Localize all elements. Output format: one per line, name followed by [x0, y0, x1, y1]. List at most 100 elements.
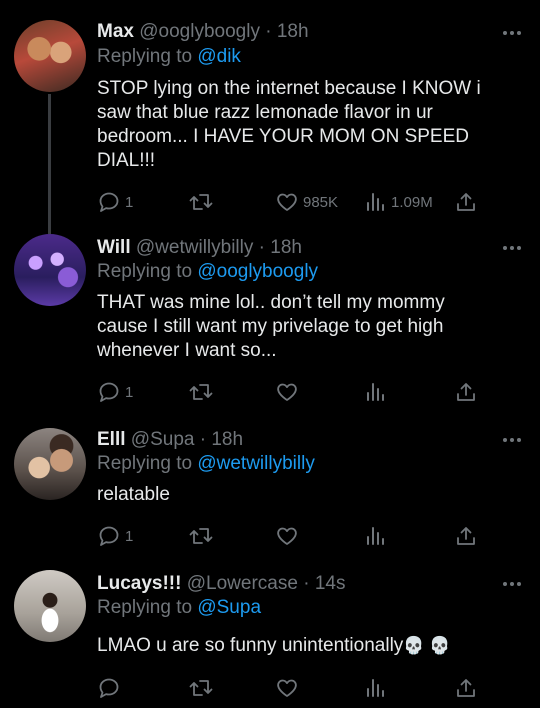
display-name[interactable]: Will	[97, 237, 131, 258]
tweet[interactable]: Lucays!!! @Lowercase · 14s Replying to @…	[0, 570, 540, 708]
reply-icon	[99, 678, 119, 698]
more-icon[interactable]	[502, 244, 522, 252]
views-icon	[367, 383, 384, 401]
views-count: 1.09M	[391, 193, 433, 211]
avatar[interactable]	[14, 234, 86, 306]
views-button[interactable]: 1.09M	[365, 189, 433, 215]
tweet-text-line: saw that blue razz lemonade flavor in ur	[97, 102, 433, 123]
like-button[interactable]	[275, 675, 303, 701]
share-icon	[457, 193, 475, 211]
reply-count: 1	[125, 527, 134, 545]
views-icon	[367, 193, 384, 211]
separator: ·	[265, 21, 272, 42]
share-button[interactable]	[455, 523, 477, 549]
replying-label: Replying to	[97, 453, 198, 474]
tweet-text-line: bedroom... I HAVE YOUR MOM ON SPEED	[97, 126, 470, 147]
like-icon	[277, 679, 297, 697]
retweet-icon	[189, 680, 213, 696]
timestamp[interactable]: 18h	[270, 237, 302, 258]
display-name[interactable]: Lucays!!!	[97, 573, 181, 594]
user-handle[interactable]: @ooglyboogly	[139, 21, 260, 42]
views-button[interactable]	[365, 675, 391, 701]
replying-to: Replying to @dik	[97, 45, 241, 69]
reply-count: 1	[125, 383, 134, 401]
like-count: 985K	[303, 193, 339, 211]
tweet-header: Lucays!!! @Lowercase · 14s	[97, 572, 345, 596]
reply-button[interactable]: 1	[97, 523, 133, 549]
like-button[interactable]	[275, 379, 303, 405]
replying-to: Replying to @ooglyboogly	[97, 260, 318, 284]
retweet-button[interactable]	[188, 675, 218, 701]
retweet-button[interactable]	[188, 189, 218, 215]
user-handle[interactable]: @Lowercase	[187, 573, 298, 594]
timestamp[interactable]: 14s	[315, 573, 346, 594]
retweet-icon	[189, 194, 213, 210]
reply-count: 1	[125, 193, 134, 211]
replying-to: Replying to @wetwillybilly	[97, 452, 315, 476]
replying-handle[interactable]: @ooglyboogly	[197, 261, 318, 282]
replying-label: Replying to	[97, 261, 198, 282]
tweet-actions: 1	[97, 379, 487, 405]
reply-button[interactable]	[97, 675, 125, 701]
more-icon[interactable]	[502, 580, 522, 588]
tweet-text: THAT was mine lol.. don’t tell my mommy …	[97, 291, 517, 363]
tweet-actions: 1 985K 1.09M	[97, 189, 487, 215]
replying-handle[interactable]: @Supa	[197, 597, 261, 618]
avatar[interactable]	[14, 570, 86, 642]
separator: ·	[199, 429, 207, 450]
retweet-button[interactable]	[188, 379, 218, 405]
tweet-header: Max @ooglyboogly · 18h	[97, 20, 309, 44]
share-button[interactable]	[455, 189, 477, 215]
tweet[interactable]: Max @ooglyboogly · 18h Replying to @dik …	[0, 0, 540, 234]
more-icon[interactable]	[502, 29, 522, 37]
reply-icon	[99, 526, 119, 546]
tweet-text-line: LMAO u are so funny unintentionally	[97, 635, 404, 656]
tweet-header: Elll @Supa · 18h	[97, 428, 243, 452]
reply-button[interactable]: 1	[97, 189, 133, 215]
tweet-text-line: whenever I want so...	[97, 340, 277, 361]
replying-label: Replying to	[97, 46, 198, 67]
tweet[interactable]: Elll @Supa · 18h Replying to @wetwillybi…	[0, 426, 540, 556]
tweet[interactable]: Will @wetwillybilly · 18h Replying to @o…	[0, 234, 540, 424]
separator: ·	[258, 237, 265, 258]
like-icon	[277, 383, 297, 401]
more-icon[interactable]	[502, 436, 522, 444]
tweet-text-line: DIAL!!!	[97, 150, 156, 171]
views-button[interactable]	[365, 379, 391, 405]
timestamp[interactable]: 18h	[277, 21, 309, 42]
avatar[interactable]	[14, 20, 86, 92]
replying-label: Replying to	[97, 597, 198, 618]
views-icon	[367, 679, 384, 697]
tweet-text: STOP lying on the internet because I KNO…	[97, 77, 517, 173]
like-icon	[277, 527, 297, 545]
retweet-icon	[189, 384, 213, 400]
display-name[interactable]: Max	[97, 21, 134, 42]
display-name[interactable]: Elll	[97, 429, 126, 450]
skull-emoji: 💀 💀	[403, 636, 451, 655]
thread-line	[48, 94, 51, 234]
reply-icon	[99, 192, 119, 212]
avatar[interactable]	[14, 428, 86, 500]
tweet-text-line: relatable	[97, 484, 170, 505]
retweet-button[interactable]	[188, 523, 218, 549]
replying-handle[interactable]: @dik	[197, 46, 241, 67]
tweet-text: relatable	[97, 483, 517, 507]
share-button[interactable]	[455, 675, 477, 701]
replying-to: Replying to @Supa	[97, 596, 261, 620]
tweet-text: LMAO u are so funny unintentionally💀 💀	[97, 634, 517, 658]
like-button[interactable]: 985K	[275, 189, 338, 215]
like-button[interactable]	[275, 523, 303, 549]
share-icon	[457, 527, 475, 545]
replying-handle[interactable]: @wetwillybilly	[197, 453, 314, 474]
reply-icon	[99, 382, 119, 402]
user-handle[interactable]: @Supa	[131, 429, 195, 450]
separator: ·	[303, 573, 310, 594]
user-handle[interactable]: @wetwillybilly	[136, 237, 253, 258]
tweet-actions: 1	[97, 523, 487, 549]
views-icon	[367, 527, 384, 545]
share-icon	[457, 679, 475, 697]
views-button[interactable]	[365, 523, 391, 549]
reply-button[interactable]: 1	[97, 379, 133, 405]
share-button[interactable]	[455, 379, 477, 405]
timestamp[interactable]: 18h	[211, 429, 243, 450]
